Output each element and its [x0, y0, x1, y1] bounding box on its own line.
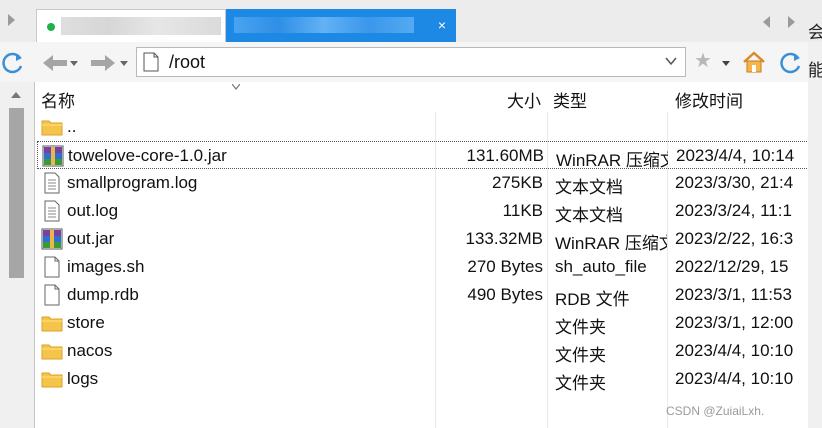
- side-text: 能: [808, 61, 822, 80]
- file-modified: 2023/3/1, 11:53: [675, 285, 792, 304]
- forward-arrow-icon[interactable]: [88, 51, 118, 75]
- file-type: 文本文档: [555, 178, 623, 197]
- side-text: 会: [808, 23, 822, 42]
- file-type: RDB 文件: [555, 290, 630, 309]
- file-name: out.jar: [67, 229, 115, 248]
- table-row[interactable]: ..: [37, 113, 808, 141]
- bookmark-dropdown-icon[interactable]: [722, 61, 730, 66]
- file-name: nacos: [67, 341, 113, 360]
- winrar-icon: [42, 145, 64, 167]
- sort-descending-icon: [232, 84, 240, 90]
- file-type: 文件夹: [555, 318, 606, 337]
- table-row[interactable]: store 文件夹 2023/3/1, 12:00: [37, 309, 808, 337]
- tab-scroll-left-icon[interactable]: [8, 14, 15, 26]
- file-type: WinRAR 压缩文件: [555, 234, 667, 253]
- file-name: out.log: [67, 201, 119, 220]
- winrar-icon: [41, 228, 63, 250]
- file-size: 11KB: [502, 201, 543, 220]
- connection-status-icon: [47, 23, 55, 31]
- file-list: 名称 大小 类型 修改时间 .. towelove-core-1.0.jar 131…: [34, 82, 808, 428]
- file-size: 275KB: [491, 173, 543, 192]
- column-header-modified[interactable]: 修改时间: [675, 87, 743, 112]
- file-type: 文件夹: [555, 346, 606, 365]
- tab-session-2[interactable]: ×: [226, 9, 456, 42]
- tab-bar: ×: [0, 0, 822, 42]
- file-modified: 2023/4/4, 10:10: [675, 341, 794, 360]
- folder-icon: [41, 116, 63, 138]
- file-name: towelove-core-1.0.jar: [68, 146, 227, 165]
- table-row[interactable]: smallprogram.log 275KB 文本文档 2023/3/30, 21:4: [37, 169, 808, 197]
- file-type: 文件夹: [555, 374, 606, 393]
- tab-prev-icon[interactable]: [763, 16, 770, 28]
- tab-next-icon[interactable]: [788, 16, 795, 28]
- file-name: dump.rdb: [67, 285, 139, 304]
- table-row[interactable]: dump.rdb 490 Bytes RDB 文件 2023/3/1, 11:53: [37, 281, 808, 309]
- file-name: ..: [67, 117, 77, 136]
- folder-icon: [41, 368, 63, 390]
- file-modified: 2023/3/24, 11:1: [675, 201, 792, 220]
- file-modified: 2023/2/22, 16:3: [675, 229, 794, 248]
- path-input[interactable]: /root: [136, 47, 686, 77]
- file-name: smallprogram.log: [67, 173, 198, 192]
- folder-icon: [41, 340, 63, 362]
- text-file-icon: [41, 172, 63, 194]
- file-size: 490 Bytes: [467, 285, 543, 304]
- table-row[interactable]: nacos 文件夹 2023/4/4, 10:10: [37, 337, 808, 365]
- file-size: 270 Bytes: [467, 257, 543, 276]
- file-type: WinRAR 压缩文件: [556, 151, 668, 170]
- file-modified: 2023/4/4, 10:10: [675, 369, 794, 388]
- chevron-down-icon[interactable]: [665, 55, 677, 67]
- file-type: sh_auto_file: [555, 257, 647, 276]
- column-header-type[interactable]: 类型: [553, 87, 587, 112]
- tree-scrollbar[interactable]: [0, 82, 34, 428]
- back-dropdown-icon[interactable]: [70, 61, 78, 66]
- file-manager-window: × 会 能 /root ★ 名称 大小 类型 修改时间 .. towelove-…: [0, 0, 822, 428]
- file-modified: 2023/3/30, 21:4: [675, 173, 794, 192]
- column-header-name[interactable]: 名称: [41, 87, 75, 112]
- toolbar: /root ★: [0, 42, 808, 82]
- tab-title-redacted: [234, 17, 414, 33]
- bookmark-star-icon[interactable]: ★: [694, 51, 712, 71]
- path-text: /root: [169, 52, 206, 72]
- back-arrow-icon[interactable]: [40, 51, 70, 75]
- tab-title-redacted: [61, 17, 221, 35]
- file-name: images.sh: [67, 257, 145, 276]
- file-modified: 2023/4/4, 10:14: [676, 146, 795, 165]
- table-row[interactable]: logs 文件夹 2023/4/4, 10:10: [37, 365, 808, 393]
- table-row[interactable]: images.sh 270 Bytes sh_auto_file 2022/12/29…: [37, 253, 808, 281]
- table-row[interactable]: out.log 11KB 文本文档 2023/3/24, 11:1: [37, 197, 808, 225]
- text-file-icon: [41, 200, 63, 222]
- file-name: logs: [67, 369, 99, 388]
- refresh-icon[interactable]: [778, 50, 804, 76]
- forward-dropdown-icon[interactable]: [120, 61, 128, 66]
- watermark: CSDN @ZuiaiLxh.: [666, 404, 765, 418]
- file-size: 133.32MB: [465, 229, 544, 248]
- blank-file-icon: [41, 284, 63, 306]
- file-modified: 2023/3/1, 12:00: [675, 313, 794, 332]
- column-header-size[interactable]: 大小: [437, 87, 541, 112]
- home-icon[interactable]: [742, 50, 766, 74]
- folder-icon: [41, 312, 63, 334]
- file-type: 文本文档: [555, 206, 623, 225]
- scroll-up-icon[interactable]: [11, 92, 21, 98]
- blank-file-icon: [41, 256, 63, 278]
- file-size: 131.60MB: [466, 146, 545, 165]
- tab-session-1[interactable]: [36, 9, 226, 42]
- close-icon[interactable]: ×: [438, 17, 446, 33]
- table-row[interactable]: out.jar 133.32MB WinRAR 压缩文件 2023/2/22, 16:…: [37, 225, 808, 253]
- file-icon: [143, 52, 159, 72]
- file-name: store: [67, 313, 105, 332]
- scrollbar-thumb[interactable]: [9, 108, 24, 278]
- list-header: 名称 大小 类型 修改时间: [35, 82, 808, 112]
- refresh-icon[interactable]: [0, 50, 26, 76]
- file-modified: 2022/12/29, 15: [675, 257, 789, 276]
- table-row[interactable]: towelove-core-1.0.jar 131.60MB WinRAR 压缩文件…: [37, 141, 808, 170]
